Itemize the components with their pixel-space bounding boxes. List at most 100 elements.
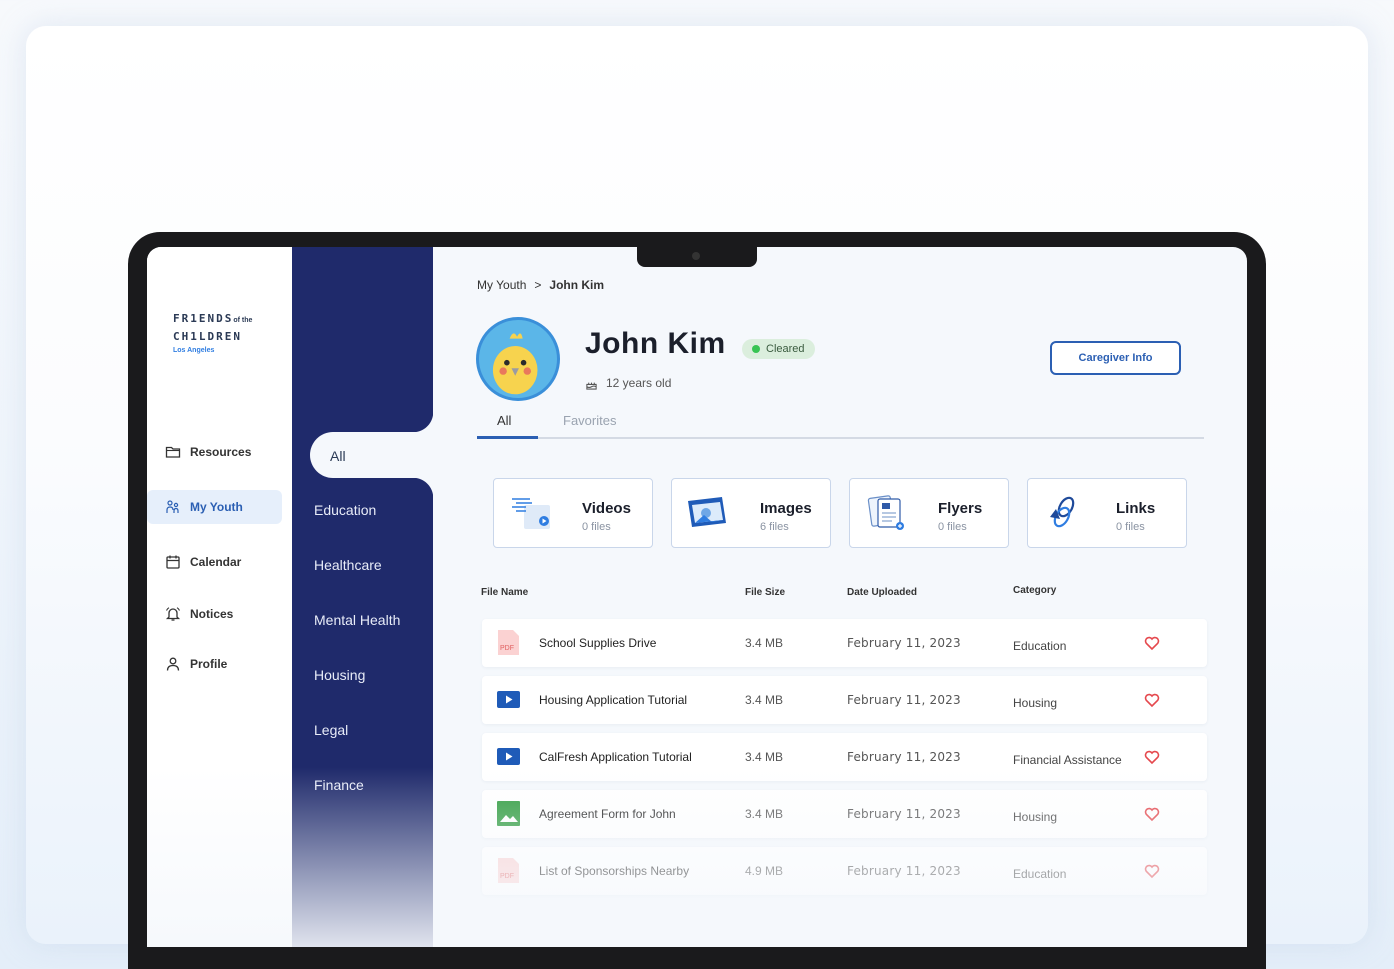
- nav-label: Profile: [190, 657, 228, 671]
- video-icon: [512, 498, 550, 529]
- tile-title: Flyers: [938, 500, 983, 517]
- svg-text:PDF: PDF: [500, 873, 514, 880]
- heart-icon[interactable]: [1144, 692, 1160, 708]
- header-category[interactable]: Category: [1013, 585, 1056, 596]
- file-size: 3.4 MB: [745, 750, 784, 764]
- nav-item-calendar[interactable]: Calendar: [147, 545, 282, 579]
- tile-images[interactable]: Images 6 files: [671, 478, 831, 548]
- age-text: 12 years old: [606, 376, 672, 390]
- file-category: Education: [1013, 867, 1067, 881]
- laptop-frame: FR1ENDSof the CH1LDREN Los Angeles Resou…: [128, 232, 1266, 969]
- header-file-name[interactable]: File Name: [481, 587, 528, 598]
- tile-count: 0 files: [938, 521, 967, 533]
- video-file-icon: [497, 691, 520, 708]
- nav-item-notices[interactable]: Notices: [147, 597, 282, 631]
- nav-item-my-youth[interactable]: My Youth: [147, 490, 282, 524]
- tab-favorites[interactable]: Favorites: [563, 413, 616, 428]
- tile-flyers[interactable]: Flyers 0 files: [849, 478, 1009, 548]
- file-name: Agreement Form for John: [539, 807, 676, 821]
- file-size: 3.4 MB: [745, 807, 784, 821]
- file-name: List of Sponsorships Nearby: [539, 864, 690, 878]
- breadcrumb: My Youth > John Kim: [477, 278, 604, 292]
- file-name: School Supplies Drive: [539, 636, 657, 650]
- category-mental-health[interactable]: Mental Health: [314, 612, 400, 628]
- logo-line1: FR1ENDS: [173, 312, 234, 325]
- nav-label: Calendar: [190, 555, 242, 569]
- breadcrumb-parent[interactable]: My Youth: [477, 278, 526, 292]
- status-badge: Cleared: [742, 339, 815, 359]
- table-row[interactable]: PDF List of Sponsorships Nearby 4.9 MB F…: [482, 847, 1207, 895]
- age-info: 12 years old: [585, 376, 671, 390]
- tile-title: Links: [1116, 500, 1156, 517]
- file-name: Housing Application Tutorial: [539, 693, 688, 707]
- app-screen: FR1ENDSof the CH1LDREN Los Angeles Resou…: [147, 247, 1247, 947]
- file-date: February 11, 2023: [847, 807, 961, 821]
- file-category: Education: [1013, 639, 1067, 653]
- active-tab-indicator: [477, 436, 538, 439]
- table-row[interactable]: CalFresh Application Tutorial 3.4 MB Feb…: [482, 733, 1207, 781]
- svg-text:PDF: PDF: [500, 645, 514, 652]
- header-file-size[interactable]: File Size: [745, 587, 785, 598]
- file-category: Housing: [1013, 696, 1058, 710]
- breadcrumb-current: John Kim: [549, 278, 605, 292]
- people-icon: [166, 500, 179, 513]
- image-file-icon: [497, 801, 520, 826]
- avatar: [476, 317, 560, 401]
- pdf-icon: PDF: [498, 858, 519, 883]
- nav-item-profile[interactable]: Profile: [147, 647, 282, 681]
- file-name: CalFresh Application Tutorial: [539, 750, 692, 764]
- file-category: Housing: [1013, 810, 1058, 824]
- category-healthcare[interactable]: Healthcare: [314, 557, 382, 573]
- left-nav: FR1ENDSof the CH1LDREN Los Angeles Resou…: [147, 247, 292, 947]
- category-housing[interactable]: Housing: [314, 667, 365, 683]
- pdf-icon: PDF: [498, 630, 519, 655]
- logo-of-the: of the: [233, 317, 253, 324]
- nav-label: Notices: [190, 607, 234, 621]
- category-education[interactable]: Education: [314, 502, 376, 518]
- category-legal[interactable]: Legal: [314, 722, 348, 738]
- youth-name: John Kim: [585, 327, 726, 360]
- heart-icon[interactable]: [1144, 806, 1160, 822]
- cake-icon: [586, 382, 597, 390]
- tile-videos[interactable]: Videos 0 files: [493, 478, 653, 548]
- calendar-icon: [166, 555, 180, 569]
- logo: FR1ENDSof the CH1LDREN Los Angeles: [173, 311, 252, 357]
- image-icon: [688, 497, 726, 527]
- file-date: February 11, 2023: [847, 750, 961, 764]
- heart-icon[interactable]: [1144, 863, 1160, 879]
- file-size: 3.4 MB: [745, 693, 784, 707]
- camera-notch: [637, 247, 757, 267]
- header-date-uploaded[interactable]: Date Uploaded: [847, 587, 917, 598]
- nav-item-resources[interactable]: Resources: [147, 435, 282, 469]
- file-size: 3.4 MB: [745, 636, 784, 650]
- nav-label: My Youth: [190, 500, 243, 514]
- table-row[interactable]: PDF School Supplies Drive 3.4 MB Februar…: [482, 619, 1207, 667]
- table-row[interactable]: Housing Application Tutorial 3.4 MB Febr…: [482, 676, 1207, 724]
- caregiver-info-button[interactable]: Caregiver Info: [1050, 341, 1181, 375]
- logo-line2: CH1LDREN: [173, 330, 242, 343]
- file-size: 4.9 MB: [745, 864, 784, 878]
- file-category: Financial Assistance: [1013, 753, 1122, 767]
- camera-icon: [692, 252, 700, 260]
- bell-icon: [165, 607, 181, 621]
- category-sidebar: All Education Healthcare Mental Health H…: [292, 247, 433, 947]
- category-finance[interactable]: Finance: [314, 777, 364, 793]
- bird-avatar-icon: [492, 333, 538, 395]
- heart-icon[interactable]: [1144, 749, 1160, 765]
- content-tabs: All Favorites: [477, 405, 1204, 439]
- nav-label: Resources: [190, 445, 252, 459]
- file-date: February 11, 2023: [847, 693, 961, 707]
- heart-icon[interactable]: [1144, 635, 1160, 651]
- logo-line3: Los Angeles: [173, 347, 215, 354]
- tile-count: 6 files: [760, 521, 789, 533]
- tile-links[interactable]: Links 0 files: [1027, 478, 1187, 548]
- tab-all[interactable]: All: [497, 413, 511, 428]
- tile-title: Images: [760, 500, 812, 517]
- category-all[interactable]: All: [310, 412, 433, 498]
- file-date: February 11, 2023: [847, 864, 961, 878]
- tile-count: 0 files: [582, 521, 611, 533]
- breadcrumb-separator: >: [534, 278, 542, 292]
- file-date: February 11, 2023: [847, 636, 961, 650]
- tile-title: Videos: [582, 500, 631, 517]
- table-row[interactable]: Agreement Form for John 3.4 MB February …: [482, 790, 1207, 838]
